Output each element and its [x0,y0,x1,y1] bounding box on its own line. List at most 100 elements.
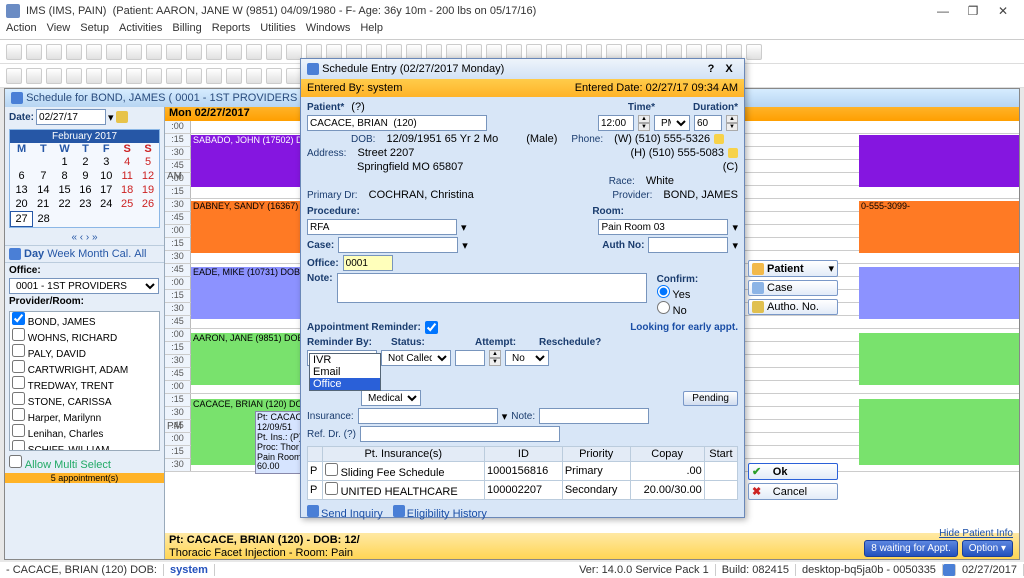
insurance-input[interactable] [358,408,498,424]
toolbar-icon[interactable] [266,68,282,84]
waiting-for-appt-button[interactable]: 8 waiting for Appt. [864,540,958,557]
table-row[interactable]: P Sliding Fee Schedule 1000156816 Primar… [308,462,738,481]
dialog-close-button[interactable]: X [720,63,738,75]
provider-checkbox[interactable] [12,440,25,451]
appointment-block[interactable] [859,399,1019,465]
view-month[interactable]: Month [78,248,109,260]
allow-multi-select-checkbox[interactable] [9,455,22,468]
duration-input[interactable] [694,115,722,131]
procedure-dropdown-icon[interactable]: ▾ [461,221,467,234]
reminder-option-email[interactable]: Email [310,366,380,378]
toolbar-icon[interactable] [226,44,242,60]
attempt-spinner[interactable]: ▲▼ [489,350,501,366]
view-cal[interactable]: Cal. [112,248,132,260]
maximize-button[interactable]: ❐ [958,4,988,18]
menu-view[interactable]: View [47,22,71,39]
appt-reminder-checkbox[interactable] [425,321,438,334]
appointment-block[interactable] [859,333,1019,385]
menu-setup[interactable]: Setup [80,22,109,39]
provider-list-item[interactable]: PALY, DAVID [10,344,159,360]
provider-list-item[interactable]: STONE, CARISSA [10,392,159,408]
reschedule-select[interactable]: No [505,350,549,366]
note-textarea[interactable] [337,273,647,303]
case-button[interactable]: Case [748,280,838,296]
menu-activities[interactable]: Activities [119,22,162,39]
view-week[interactable]: Week [47,248,75,260]
appointment-block[interactable] [859,135,1019,187]
toolbar-icon[interactable] [126,68,142,84]
toolbar-icon[interactable] [206,68,222,84]
toolbar-icon[interactable] [106,44,122,60]
ok-button[interactable]: ✔ Ok [748,463,838,480]
hide-patient-info-link[interactable]: Hide Patient Info [939,528,1013,539]
provider-list-item[interactable]: BOND, JAMES [10,312,159,328]
toolbar-icon[interactable] [106,68,122,84]
toolbar-icon[interactable] [186,44,202,60]
toolbar-icon[interactable] [26,44,42,60]
provider-checkbox[interactable] [12,392,25,405]
confirm-yes-radio[interactable] [657,285,670,298]
office-select[interactable]: 0001 - 1ST PROVIDERS [9,278,159,294]
send-inquiry-link[interactable]: Send Inquiry [307,505,383,520]
provider-checkbox[interactable] [12,376,25,389]
phone-icon[interactable] [714,134,724,144]
date-go-icon[interactable] [116,111,128,123]
menu-action[interactable]: Action [6,22,37,39]
appointment-block[interactable]: AARON, JANE (9851) DOB: 0 [191,333,317,385]
toolbar-icon[interactable] [266,44,282,60]
toolbar-icon[interactable] [86,68,102,84]
authno-button[interactable]: Autho. No. [748,299,838,315]
provider-list-item[interactable]: WOHNS, RICHARD [10,328,159,344]
provider-checkbox[interactable] [12,312,25,325]
toolbar-icon[interactable] [126,44,142,60]
toolbar-icon[interactable] [186,68,202,84]
reminder-by-dropdown-list[interactable]: IVR Email Office [309,353,381,391]
eligibility-history-link[interactable]: Eligibility History [393,505,487,520]
provider-checkbox[interactable] [12,344,25,357]
cancel-button[interactable]: ✖ Cancel [748,483,838,500]
duration-spinner[interactable]: ▲▼ [726,115,738,131]
authno-input[interactable] [648,237,728,253]
time-input[interactable] [598,115,634,131]
patient-input[interactable] [307,115,487,131]
provider-list-item[interactable]: Lenihan, Charles [10,424,159,440]
toolbar-icon[interactable] [246,44,262,60]
appointment-block[interactable] [859,267,1019,319]
toolbar-icon[interactable] [6,68,22,84]
option-button[interactable]: Option ▾ [962,540,1013,557]
table-row[interactable]: P UNITED HEALTHCARE 100002207 Secondary … [308,481,738,500]
toolbar-icon[interactable] [146,44,162,60]
attempt-input[interactable] [455,350,485,366]
toolbar-icon[interactable] [86,44,102,60]
menu-utilities[interactable]: Utilities [260,22,295,39]
toolbar-icon[interactable] [166,44,182,60]
dialog-help-button[interactable]: ? [702,63,720,75]
refdr-input[interactable] [360,426,560,442]
phone-icon[interactable] [728,148,738,158]
reminder-option-office[interactable]: Office [310,378,380,390]
procedure-input[interactable] [307,219,457,235]
menu-reports[interactable]: Reports [212,22,251,39]
appointment-block[interactable]: 0-555-3099- [859,201,1019,253]
toolbar-icon[interactable] [246,68,262,84]
confirm-no-radio[interactable] [657,301,670,314]
time-spinner[interactable]: ▲▼ [638,115,650,131]
insurance-dropdown-icon[interactable]: ▾ [502,410,508,423]
menu-help[interactable]: Help [360,22,383,39]
room-input[interactable] [598,219,728,235]
toolbar-icon[interactable] [46,44,62,60]
view-all[interactable]: All [134,248,146,260]
toolbar-icon[interactable] [66,44,82,60]
provider-checkbox[interactable] [12,408,25,421]
date-dropdown-icon[interactable]: ▾ [108,111,114,124]
office-input[interactable] [343,255,393,271]
reminder-option-ivr[interactable]: IVR [310,354,380,366]
toolbar-icon[interactable] [166,68,182,84]
date-input[interactable] [36,109,106,125]
calendar-nav-arrows[interactable]: « ‹ › » [5,230,164,245]
view-day[interactable]: Day [24,248,44,260]
pending-button[interactable]: Pending [683,391,738,406]
status-select[interactable]: Not Called [381,350,451,366]
authno-dropdown-icon[interactable]: ▾ [732,239,738,252]
toolbar-icon[interactable] [206,44,222,60]
